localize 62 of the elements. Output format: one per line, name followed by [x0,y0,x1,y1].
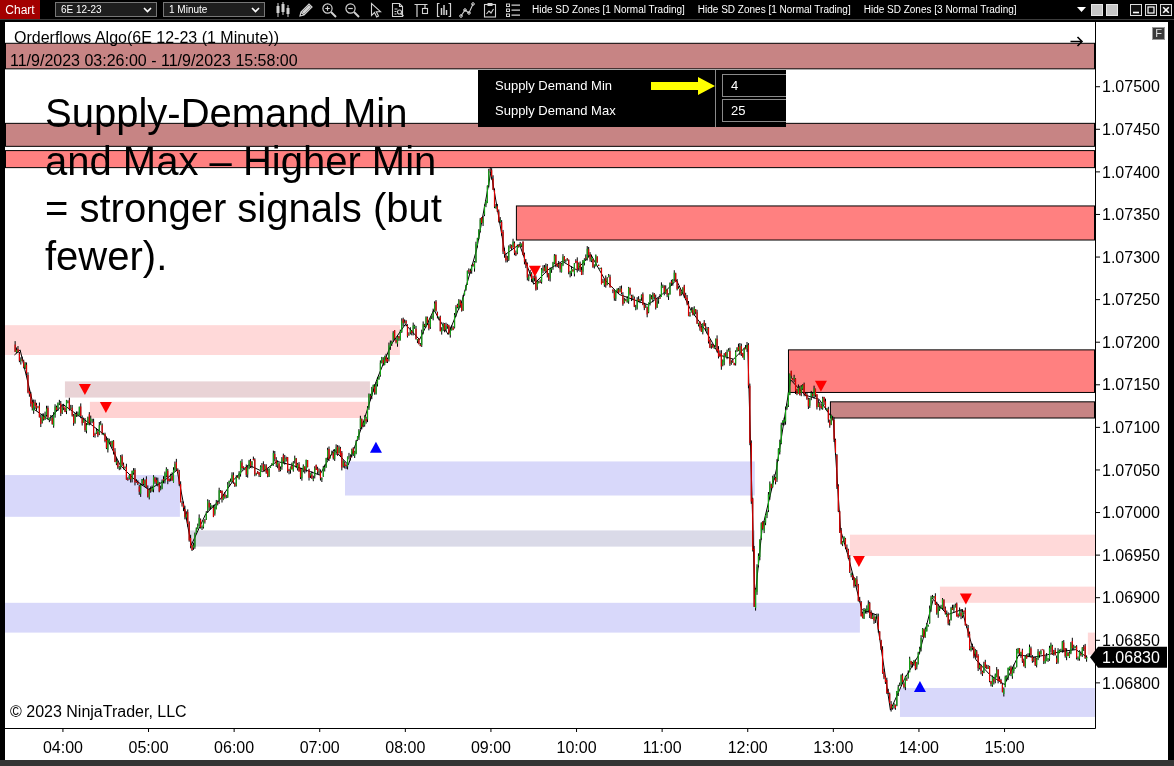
signpost-icon[interactable] [413,1,429,18]
list-icon[interactable] [505,1,521,18]
time-axis-label: 12:00 [727,739,768,756]
number-field[interactable]: 4 [722,74,786,97]
chart-title: Orderflows Algo(6E 12-23 (1 Minute)) [14,29,279,47]
price-axis-label: 1.07250 [1102,291,1160,309]
hide-zones-button[interactable]: Hide SD Zones [1 Normal Trading] [692,1,856,18]
price-axis-label: 1.07450 [1102,121,1160,138]
time-axis-label: 14:00 [898,739,939,756]
line-chart-icon[interactable] [459,1,475,18]
close-icon[interactable] [1160,3,1172,16]
price-axis-label: 1.07400 [1102,163,1160,181]
clipboard-chart-icon[interactable] [482,1,498,18]
price-axis-label: 1.07500 [1102,78,1160,96]
minimize-icon[interactable] [1130,3,1142,16]
instrument-dropdown[interactable]: 6E 12-23 [55,2,157,17]
price-axis-label: 1.07100 [1102,419,1160,437]
time-axis-label: 07:00 [299,739,340,756]
price-axis-label: 1.06800 [1102,674,1160,692]
time-axis-label: 05:00 [128,739,169,756]
time-axis-label: 09:00 [470,739,511,756]
time-axis-label: 04:00 [42,739,83,756]
zoom-in-icon[interactable] [321,1,337,18]
square-icon[interactable] [1091,3,1103,16]
right-arrow-icon[interactable] [1070,36,1084,47]
current-price-label: 1.06830 [1090,646,1167,668]
horizontal-scrollbar[interactable] [0,760,1174,766]
scale-mode-marker: F [1152,27,1165,40]
hide-zones-button[interactable]: Hide SD Zones [3 Normal Trading] [858,1,1022,18]
time-axis-label: 08:00 [385,739,426,756]
time-axis-label: 15:00 [984,739,1025,756]
square-icon[interactable] [1106,3,1118,16]
price-axis-label: 1.07150 [1102,376,1160,394]
chevron-down-icon [251,6,260,13]
price-axis-label: 1.07050 [1102,461,1160,479]
copyright-text: © 2023 NinjaTrader, LLC [10,703,187,721]
time-axis-label: 11:00 [642,739,682,756]
caret-down-icon[interactable] [1077,7,1086,12]
setting-label: Supply Demand Min [495,78,614,93]
number-field[interactable]: 25 [722,99,786,122]
price-axis-label: 1.07000 [1102,504,1160,522]
pencil-icon[interactable] [298,1,314,18]
chart-tab[interactable]: Chart [0,0,40,19]
price-axis-label: 1.07300 [1102,248,1160,266]
chevron-down-icon [143,6,152,13]
price-axis-label: 1.07350 [1102,206,1160,224]
price-axis-label: 1.06950 [1102,546,1160,564]
maximize-icon[interactable] [1145,3,1157,16]
interval-dropdown[interactable]: 1 Minute [163,2,265,17]
candlestick-icon[interactable] [275,1,291,18]
time-axis-label: 06:00 [214,739,255,756]
time-axis-label: 10:00 [556,739,597,756]
zoom-out-icon[interactable] [344,1,360,18]
time-axis-label: 13:00 [813,739,854,756]
bracketed-bars-icon[interactable] [436,1,452,18]
price-axis-label: 1.06850 [1102,632,1160,649]
setting-label: Supply Demand Max [495,103,617,118]
document-search-icon[interactable] [390,1,406,18]
hide-zones-button[interactable]: Hide SD Zones [1 Normal Trading] [527,1,690,18]
date-range: 11/9/2023 03:26:00 - 11/9/2023 15:58:00 [10,52,298,70]
price-axis-label: 1.07200 [1102,333,1160,351]
price-axis-label: 1.06900 [1102,589,1160,607]
